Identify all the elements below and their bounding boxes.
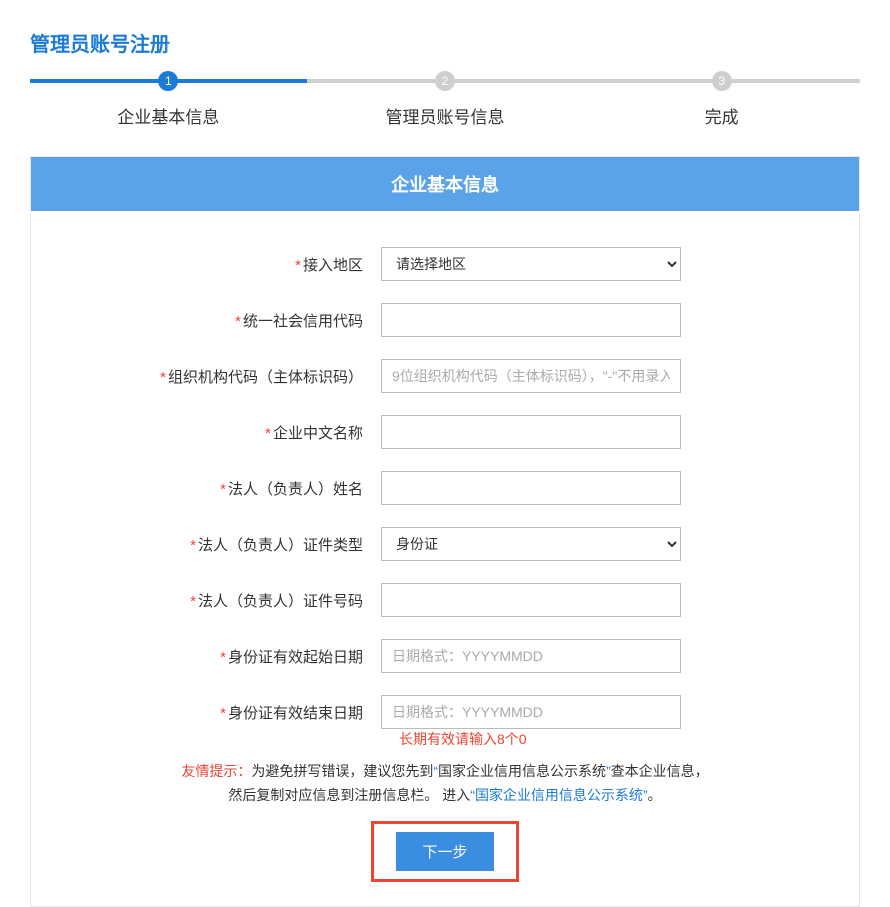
step-2-label: 管理员账号信息 [307, 103, 584, 128]
cn-name-input[interactable] [381, 415, 681, 449]
label-id-start: *身份证有效起始日期 [61, 646, 381, 667]
step-3-label: 完成 [583, 103, 860, 128]
step-2: 2 管理员账号信息 [307, 79, 584, 128]
label-id-type: *法人（负责人）证件类型 [61, 534, 381, 555]
id-number-input[interactable] [381, 583, 681, 617]
step-indicator: 1 企业基本信息 2 管理员账号信息 3 完成 [30, 79, 860, 128]
submit-highlight-box: 下一步 [371, 821, 518, 882]
label-region: *接入地区 [61, 254, 381, 275]
label-org-code: *组织机构代码（主体标识码） [61, 366, 381, 387]
id-end-input[interactable] [381, 695, 681, 729]
region-select[interactable]: 请选择地区 [381, 247, 681, 281]
tip-block: 友情提示：为避免拼写错误，建议您先到“国家企业信用信息公示系统”查本企业信息， … [61, 759, 829, 807]
label-legal-name: *法人（负责人）姓名 [61, 478, 381, 499]
step-3: 3 完成 [583, 79, 860, 128]
id-type-select[interactable]: 身份证 [381, 527, 681, 561]
org-code-input[interactable] [381, 359, 681, 393]
legal-name-input[interactable] [381, 471, 681, 505]
page-title: 管理员账号注册 [30, 0, 860, 79]
label-uscc: *统一社会信用代码 [61, 310, 381, 331]
id-end-note: 长期有效请输入8个0 [399, 729, 829, 749]
step-1-label: 企业基本信息 [30, 103, 307, 128]
step-3-number: 3 [712, 71, 732, 91]
tip-label: 友情提示： [181, 763, 251, 779]
label-id-end: *身份证有效结束日期 [61, 702, 381, 723]
credit-system-link[interactable]: 国家企业信用信息公示系统 [475, 787, 643, 803]
step-1: 1 企业基本信息 [30, 79, 307, 128]
step-2-number: 2 [435, 71, 455, 91]
panel-header: 企业基本信息 [31, 157, 859, 211]
step-1-number: 1 [158, 71, 178, 91]
form-panel: 企业基本信息 *接入地区 请选择地区 *统一社会信用代码 *组织机构代码（主体标… [30, 156, 860, 907]
label-id-number: *法人（负责人）证件号码 [61, 590, 381, 611]
uscc-input[interactable] [381, 303, 681, 337]
id-start-input[interactable] [381, 639, 681, 673]
next-step-button[interactable]: 下一步 [396, 832, 493, 871]
label-cn-name: *企业中文名称 [61, 422, 381, 443]
